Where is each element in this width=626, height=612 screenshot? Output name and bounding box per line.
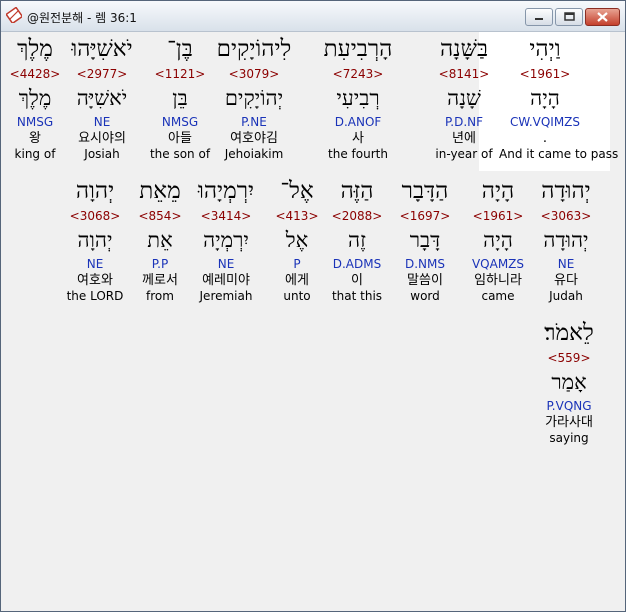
korean-gloss: 가라사대: [545, 415, 593, 430]
hebrew-word: וַיְהִי: [529, 36, 561, 62]
word-column[interactable]: הָרְבִיעִת <7243> רְבִיעִי D.ANOF 사 the fourt…: [312, 32, 404, 162]
parsing-code: CW.VQIMZS: [509, 115, 581, 129]
window-title: @원전분해 - 렘 36:1: [27, 11, 137, 25]
strong-number: <1961>: [519, 67, 571, 81]
korean-gloss: 년에: [452, 131, 476, 146]
minimize-button[interactable]: [525, 8, 553, 26]
word-column[interactable]: בַּשָּׁנָה <8141> שָׁנָה P.D.NF 년에 in-year of: [418, 32, 510, 162]
hebrew-word: מֶלֶךְ: [17, 36, 53, 62]
english-gloss: And it came to pass: [499, 147, 619, 161]
korean-gloss: .: [542, 131, 548, 146]
word-column[interactable]: לֵאמֹר׃ <559> אָמַר P.VQNG 가라사대 saying: [523, 316, 615, 446]
korean-gloss: 사: [352, 131, 364, 146]
strong-number: <3068>: [69, 209, 121, 223]
strong-number: <8141>: [438, 67, 490, 81]
maximize-icon: [564, 12, 575, 21]
bible-app-icon: [6, 7, 22, 23]
parsing-code: NE: [86, 257, 104, 271]
english-gloss: the LORD: [66, 289, 124, 303]
interlinear-window: @원전분해 - 렘 36:1 וַיְהִי <1961> הָיָה CW.V…: [0, 0, 626, 612]
english-gloss: in-year of: [435, 147, 493, 161]
lemma-word: שָׁנָה: [447, 86, 481, 110]
parsing-code: P.VQNG: [546, 399, 592, 413]
english-gloss: king of: [14, 147, 56, 161]
title-bar[interactable]: @원전분해 - 렘 36:1: [1, 1, 625, 32]
lemma-word: הָיָה: [530, 86, 560, 110]
english-gloss: the fourth: [328, 147, 388, 161]
strong-number: <559>: [547, 351, 591, 365]
lemma-word: רְבִיעִי: [336, 86, 380, 110]
verse-panel: וַיְהִי <1961> הָיָה CW.VQIMZS. And it came …: [1, 32, 625, 611]
word-column[interactable]: מֶלֶךְ <4428> מֶלֶךְ NMSG 왕 king of: [0, 32, 81, 162]
parsing-code: P.D.NF: [444, 115, 484, 129]
close-button[interactable]: [585, 8, 620, 26]
strong-number: <4428>: [9, 67, 61, 81]
hebrew-word: לֵאמֹר׃: [544, 320, 594, 346]
hebrew-word: הָרְבִיעִת: [323, 36, 393, 62]
word-column[interactable]: יְהוָה <3068> יְהוָה NE 여호와 the LORD: [49, 174, 141, 304]
korean-gloss: 여호와: [77, 273, 113, 288]
lemma-word: יְהוָה: [77, 228, 113, 252]
parsing-code: NMSG: [16, 115, 54, 129]
maximize-button[interactable]: [555, 8, 583, 26]
lemma-word: אָמַר: [551, 370, 587, 394]
parsing-code: D.ANOF: [334, 115, 382, 129]
minimize-icon: [535, 18, 543, 20]
korean-gloss: 왕: [29, 131, 41, 146]
close-icon: [597, 12, 608, 22]
strong-number: <7243>: [332, 67, 384, 81]
word-column[interactable]: וַיְהִי <1961> הָיָה CW.VQIMZS. And it came …: [499, 32, 619, 162]
hebrew-word: בַּשָּׁנָה: [439, 36, 489, 62]
hebrew-word: יְהוָה: [75, 178, 115, 204]
lemma-word: מֶלֶךְ: [18, 86, 52, 110]
english-gloss: saying: [549, 431, 589, 445]
